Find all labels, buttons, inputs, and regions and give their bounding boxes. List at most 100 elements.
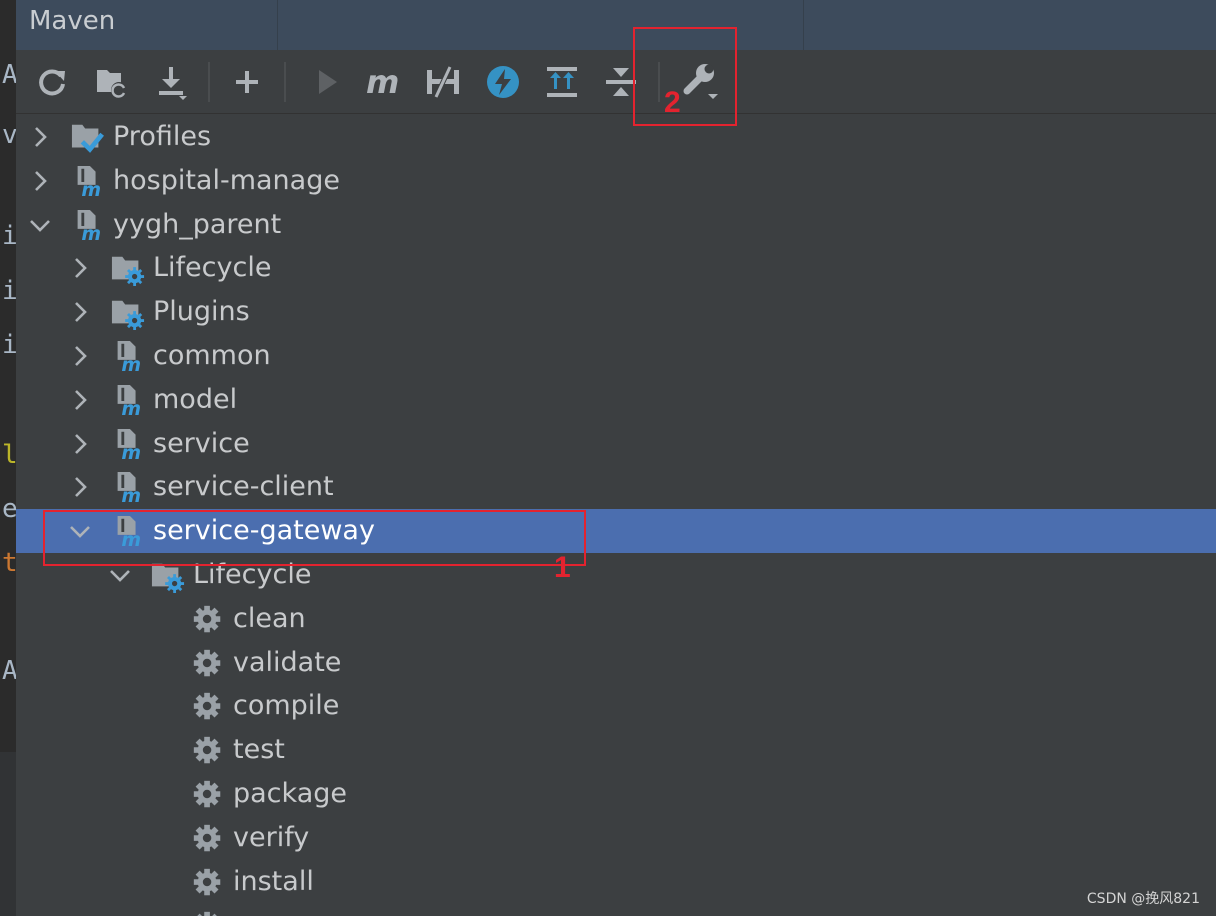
tree-row[interactable]: Lifecycle [16, 246, 1216, 290]
tree-row[interactable]: m service-client [16, 465, 1216, 509]
play-icon [319, 70, 337, 94]
maven-toolbar: m [16, 50, 1216, 114]
tree-row-label: service [153, 427, 250, 459]
tree-row-label: test [233, 734, 285, 766]
chevron-right-icon[interactable] [28, 169, 52, 193]
tree-row[interactable]: m model [16, 378, 1216, 422]
tree-row-label: verify [233, 821, 310, 853]
watermark: CSDN @挽风821 [1086, 891, 1200, 907]
tree-row[interactable]: clean [16, 597, 1216, 641]
editor-gutter: A v i i i l e t A [0, 0, 16, 916]
maven-m-icon: m [366, 64, 399, 100]
maven-module-icon: m [117, 340, 141, 374]
tree-row-label: compile [233, 690, 340, 722]
chevron-right-icon[interactable] [68, 475, 92, 499]
tree-row[interactable]: package [16, 772, 1216, 816]
tree-row[interactable]: m common [16, 334, 1216, 378]
gear-icon [193, 780, 221, 808]
maven-module-icon: m [117, 472, 141, 506]
skip-tests-button[interactable] [480, 59, 526, 105]
tree-row-label: service-client [153, 471, 334, 503]
show-dependencies-button[interactable] [539, 59, 585, 105]
annotation-box-2 [633, 27, 737, 126]
tree-row[interactable]: validate [16, 641, 1216, 685]
lightning-icon [487, 66, 519, 98]
tree-row-label: Lifecycle [153, 252, 272, 284]
gutter-char: l [2, 440, 16, 470]
toggle-offline-mode-button[interactable] [420, 59, 466, 105]
maven-module-icon: m [77, 209, 101, 243]
chevron-right-icon[interactable] [68, 344, 92, 368]
svg-text:m: m [121, 354, 141, 374]
gear-icon [193, 868, 221, 895]
refresh-icon [39, 69, 65, 96]
maven-module-icon: m [117, 428, 141, 462]
lifecycle-folder-icon [111, 257, 145, 287]
tree-row[interactable]: m hospital-manage [16, 159, 1216, 203]
gutter-char: t [2, 548, 16, 578]
chevron-down-icon[interactable] [108, 563, 132, 587]
svg-text:m: m [81, 179, 101, 199]
tree-row-label: clean [233, 602, 306, 634]
tree-row-label: hospital-manage [113, 164, 340, 196]
gutter-char: A [2, 60, 16, 90]
gutter-char: i [2, 276, 16, 306]
reload-all-projects-button[interactable] [29, 59, 75, 105]
chevron-down-icon[interactable] [28, 213, 52, 237]
add-maven-project-button[interactable] [224, 59, 270, 105]
maven-module-icon: m [77, 165, 101, 199]
tree-row-label: common [153, 340, 271, 371]
gutter-char: i [2, 221, 16, 251]
annotation-number-1: 1 [554, 551, 571, 584]
tree-row[interactable]: Profiles [16, 115, 1216, 159]
tree-row-label: Plugins [153, 296, 250, 328]
tree-row-label: yygh_parent [113, 208, 282, 240]
svg-text:m: m [121, 486, 141, 506]
gutter-char: v [2, 120, 16, 150]
gutter-lower-area [0, 752, 16, 916]
tree-row[interactable] [16, 903, 1216, 916]
tool-window-header: Maven [16, 0, 1216, 50]
tree-row[interactable]: m yygh_parent [16, 203, 1216, 247]
chevron-right-icon[interactable] [28, 125, 52, 149]
tree-row-label: package [233, 778, 347, 809]
execute-maven-goal-button[interactable]: m [360, 59, 406, 105]
header-divider [803, 0, 804, 50]
profiles-icon [71, 124, 104, 153]
annotation-box-1 [43, 510, 586, 566]
chevron-right-icon[interactable] [68, 432, 92, 456]
gutter-char: A [2, 656, 16, 686]
tree-row-label: Profiles [113, 121, 212, 152]
offline-icon [427, 65, 459, 99]
svg-text:m: m [121, 398, 141, 418]
tree-row[interactable]: compile [16, 684, 1216, 728]
toolbar-separator [208, 62, 210, 102]
tree-row[interactable]: test [16, 728, 1216, 772]
tree-row[interactable]: m service [16, 422, 1216, 466]
gear-icon [193, 824, 221, 852]
tree-row[interactable]: verify [16, 816, 1216, 860]
plus-icon [236, 71, 258, 93]
plugins-folder-icon [111, 300, 145, 331]
tree-row[interactable]: Plugins [16, 290, 1216, 334]
gear-icon [197, 912, 217, 916]
chevron-right-icon[interactable] [68, 388, 92, 412]
expand-all-icon [547, 67, 577, 97]
run-maven-build-button[interactable] [303, 59, 349, 105]
gear-icon [193, 693, 221, 720]
tree-row-label: validate [233, 646, 342, 678]
panel-title: Maven [29, 6, 116, 36]
folder-refresh-icon [97, 70, 127, 98]
gear-icon [193, 605, 221, 633]
gutter-char: i [2, 330, 16, 360]
svg-text:m: m [121, 442, 141, 462]
svg-text:m: m [366, 64, 399, 100]
maven-module-icon: m [117, 384, 141, 418]
tree-row[interactable]: install [16, 860, 1216, 904]
annotation-number-2: 2 [664, 86, 681, 119]
generate-sources-button[interactable] [88, 59, 134, 105]
download-sources-button[interactable] [148, 59, 194, 105]
chevron-right-icon[interactable] [68, 300, 92, 324]
chevron-right-icon[interactable] [68, 256, 92, 280]
tree-row-label: install [233, 865, 314, 897]
